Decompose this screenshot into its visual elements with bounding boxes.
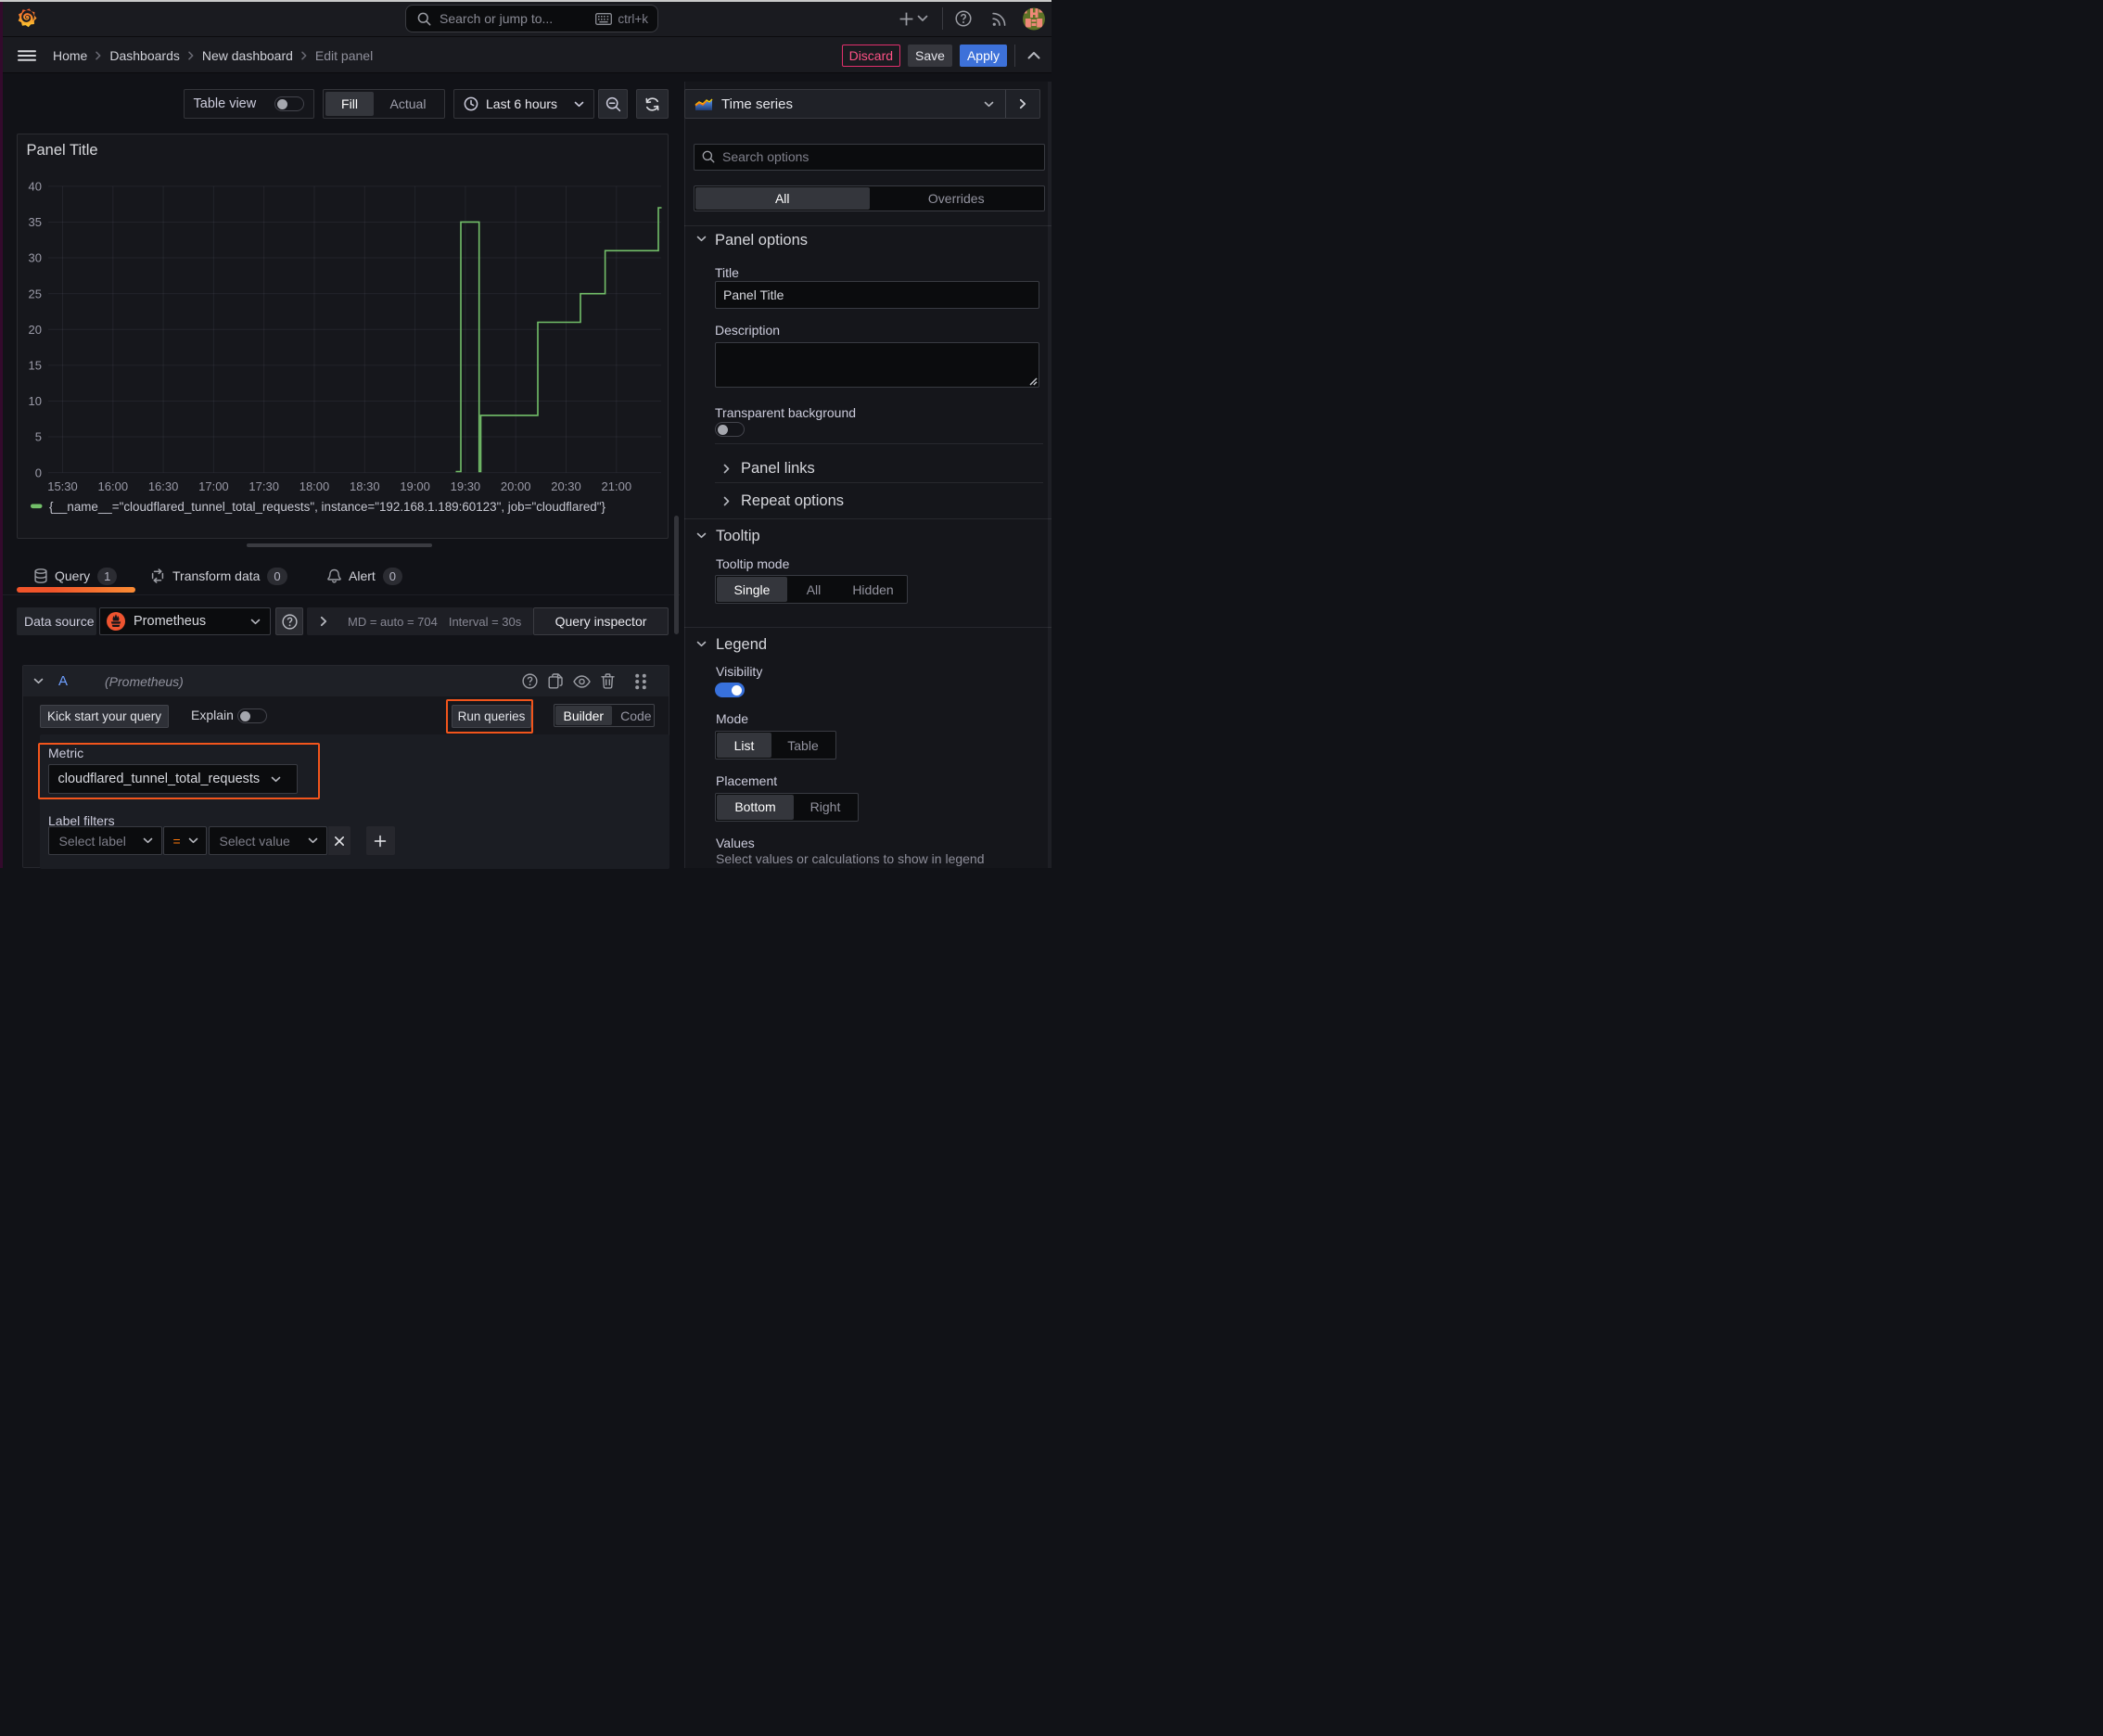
svg-text:21:00: 21:00 bbox=[602, 479, 632, 493]
svg-text:18:00: 18:00 bbox=[300, 479, 330, 493]
svg-text:10: 10 bbox=[29, 394, 42, 408]
svg-text:5: 5 bbox=[35, 430, 42, 444]
svg-text:35: 35 bbox=[29, 215, 42, 229]
svg-text:{__name__="cloudflared_tunnel_: {__name__="cloudflared_tunnel_total_requ… bbox=[49, 500, 605, 514]
svg-text:25: 25 bbox=[29, 287, 42, 300]
svg-text:18:30: 18:30 bbox=[350, 479, 380, 493]
svg-text:19:00: 19:00 bbox=[400, 479, 430, 493]
svg-text:15: 15 bbox=[29, 358, 42, 372]
svg-text:16:00: 16:00 bbox=[98, 479, 129, 493]
svg-text:20:30: 20:30 bbox=[551, 479, 581, 493]
svg-text:19:30: 19:30 bbox=[451, 479, 481, 493]
svg-text:17:30: 17:30 bbox=[249, 479, 279, 493]
svg-text:0: 0 bbox=[35, 466, 42, 479]
svg-text:16:30: 16:30 bbox=[148, 479, 179, 493]
svg-text:20:00: 20:00 bbox=[501, 479, 531, 493]
svg-text:17:00: 17:00 bbox=[198, 479, 229, 493]
svg-text:15:30: 15:30 bbox=[47, 479, 78, 493]
svg-text:30: 30 bbox=[29, 251, 42, 265]
svg-text:40: 40 bbox=[29, 179, 42, 193]
svg-text:20: 20 bbox=[29, 323, 42, 337]
